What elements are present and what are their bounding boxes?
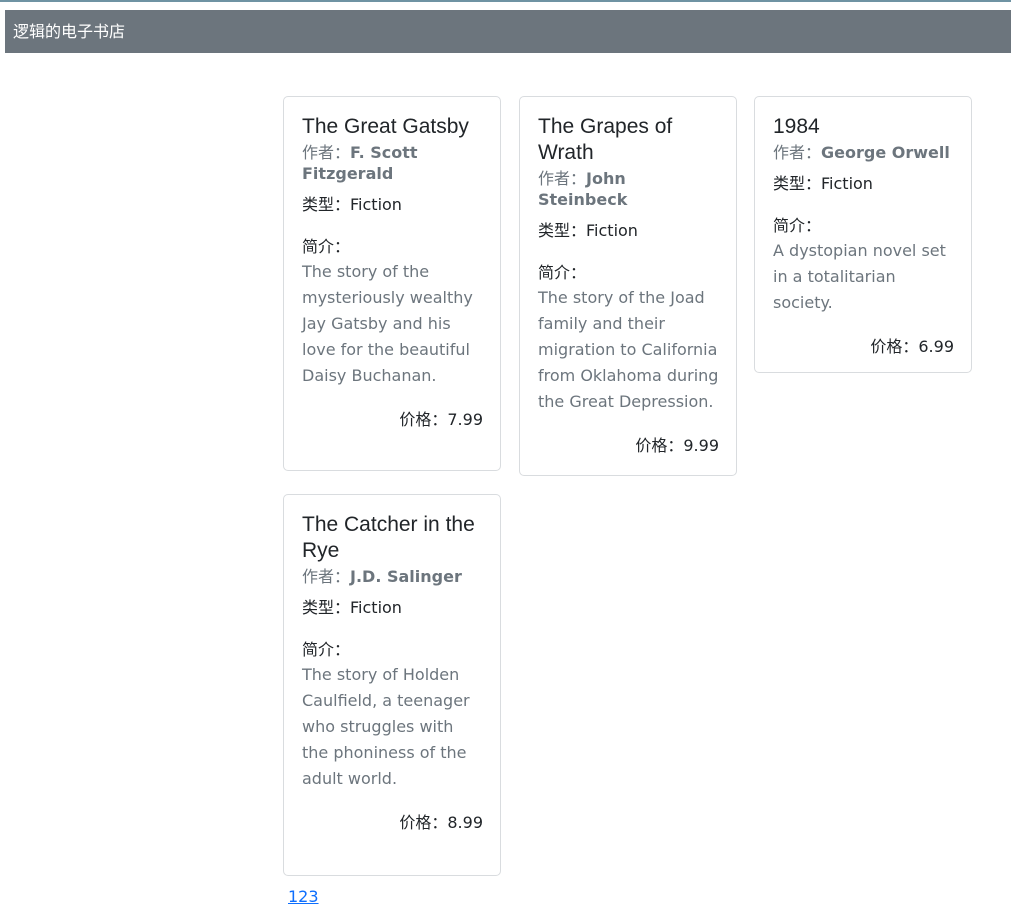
price-value: 9.99 [683,436,719,455]
book-genre: 类型：Fiction [538,220,719,241]
book-author: 作者：F. Scott Fitzgerald [302,142,483,184]
book-author: 作者：J.D. Salinger [302,566,483,587]
genre-value: Fiction [350,195,402,214]
author-name: J.D. Salinger [350,567,462,586]
genre-prefix: 类型： [773,174,822,193]
intro-label: 简介： [538,263,587,282]
book-genre: 类型：Fiction [773,173,954,194]
author-prefix: 作者： [302,567,351,586]
price-prefix: 价格： [399,410,448,429]
genre-value: Fiction [821,174,873,193]
author-name: George Orwell [821,143,950,162]
book-title: The Grapes of Wrath [538,115,673,164]
price-prefix: 价格： [399,813,448,832]
author-prefix: 作者： [773,143,822,162]
book-description: The story of the Joad family and their m… [538,288,719,411]
genre-prefix: 类型： [538,221,587,240]
book-description: The story of the mysteriously wealthy Ja… [302,262,473,385]
price-value: 8.99 [447,813,483,832]
price-value: 7.99 [447,410,483,429]
book-price: 价格：9.99 [538,435,719,456]
genre-prefix: 类型： [302,598,351,617]
book-price: 价格：7.99 [302,409,483,430]
top-accent-line [0,0,1011,2]
genre-value: Fiction [350,598,402,617]
intro-label: 简介： [302,640,351,659]
price-prefix: 价格： [870,337,919,356]
genre-prefix: 类型： [302,195,351,214]
navbar: 逻辑的电子书店 [5,10,1011,53]
price-value: 6.99 [918,337,954,356]
book-genre: 类型：Fiction [302,597,483,618]
price-prefix: 价格： [635,436,684,455]
book-author: 作者：George Orwell [773,142,954,163]
genre-value: Fiction [586,221,638,240]
book-card: The Catcher in the Rye 作者：J.D. Salinger … [283,494,501,876]
book-description: A dystopian novel set in a totalitarian … [773,241,946,312]
book-card: The Great Gatsby 作者：F. Scott Fitzgerald … [283,96,501,471]
book-price: 价格：8.99 [302,812,483,833]
book-author: 作者：John Steinbeck [538,168,719,210]
book-price: 价格：6.99 [773,336,954,357]
book-genre: 类型：Fiction [302,194,483,215]
intro-label: 简介： [773,216,822,235]
book-title: The Great Gatsby [302,115,469,138]
page-link[interactable]: 123 [288,887,319,906]
book-title: The Catcher in the Rye [302,513,475,562]
book-card: 1984 作者：George Orwell 类型：Fiction 简介： A d… [754,96,972,373]
book-card: The Grapes of Wrath 作者：John Steinbeck 类型… [519,96,737,476]
navbar-brand[interactable]: 逻辑的电子书店 [13,22,125,41]
author-prefix: 作者： [302,143,351,162]
book-title: 1984 [773,115,820,138]
book-description: The story of Holden Caulfield, a teenage… [302,665,470,788]
author-prefix: 作者： [538,169,587,188]
intro-label: 简介： [302,237,351,256]
